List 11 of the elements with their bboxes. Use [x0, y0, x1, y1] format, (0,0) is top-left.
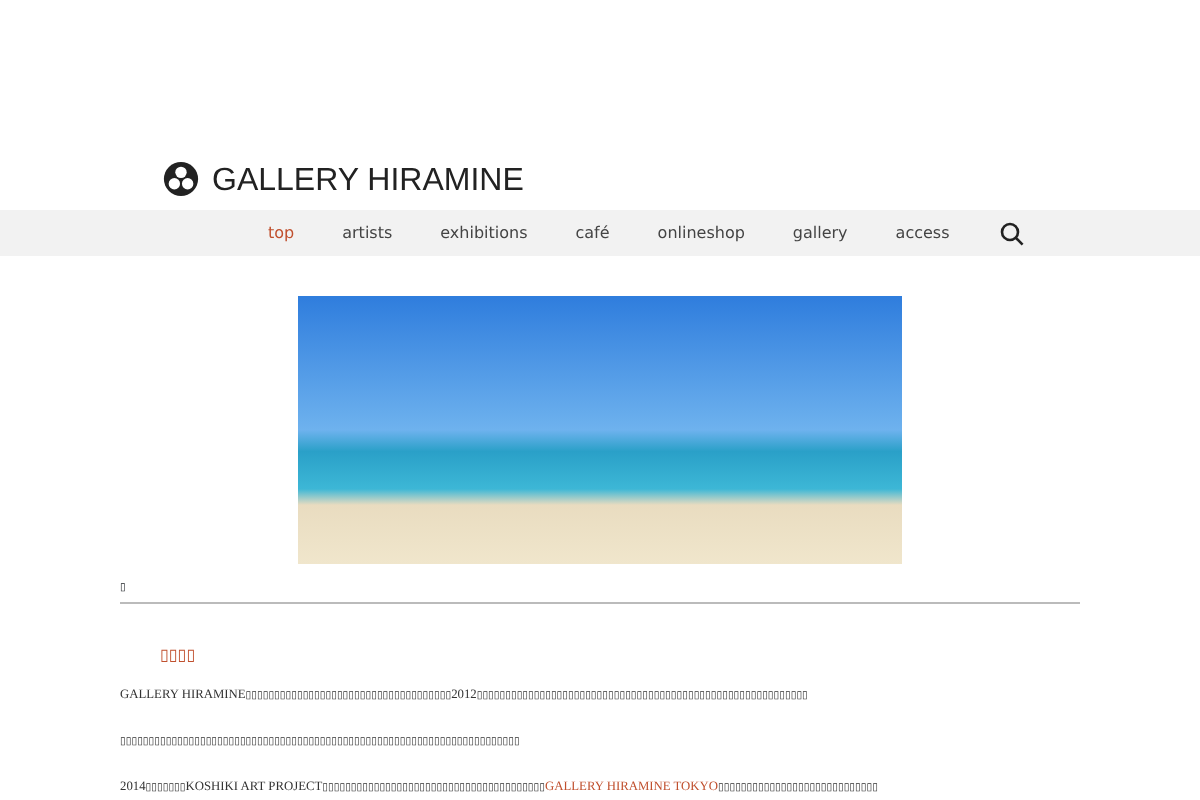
- nav-link[interactable]: top: [268, 221, 295, 245]
- site-title: GALLERY HIRAMINE: [212, 166, 524, 198]
- article-heading: ▯▯▯▯: [160, 644, 198, 668]
- nav-link[interactable]: artists: [342, 221, 393, 245]
- search-icon[interactable]: [1000, 221, 1024, 245]
- nav-link[interactable]: gallery: [792, 221, 848, 245]
- nav-link[interactable]: onlineshop: [657, 221, 745, 245]
- nav-link[interactable]: access: [895, 221, 950, 245]
- nav-link[interactable]: café: [575, 221, 610, 245]
- logo-icon: [162, 160, 200, 198]
- nav-link[interactable]: exhibitions: [440, 221, 528, 245]
